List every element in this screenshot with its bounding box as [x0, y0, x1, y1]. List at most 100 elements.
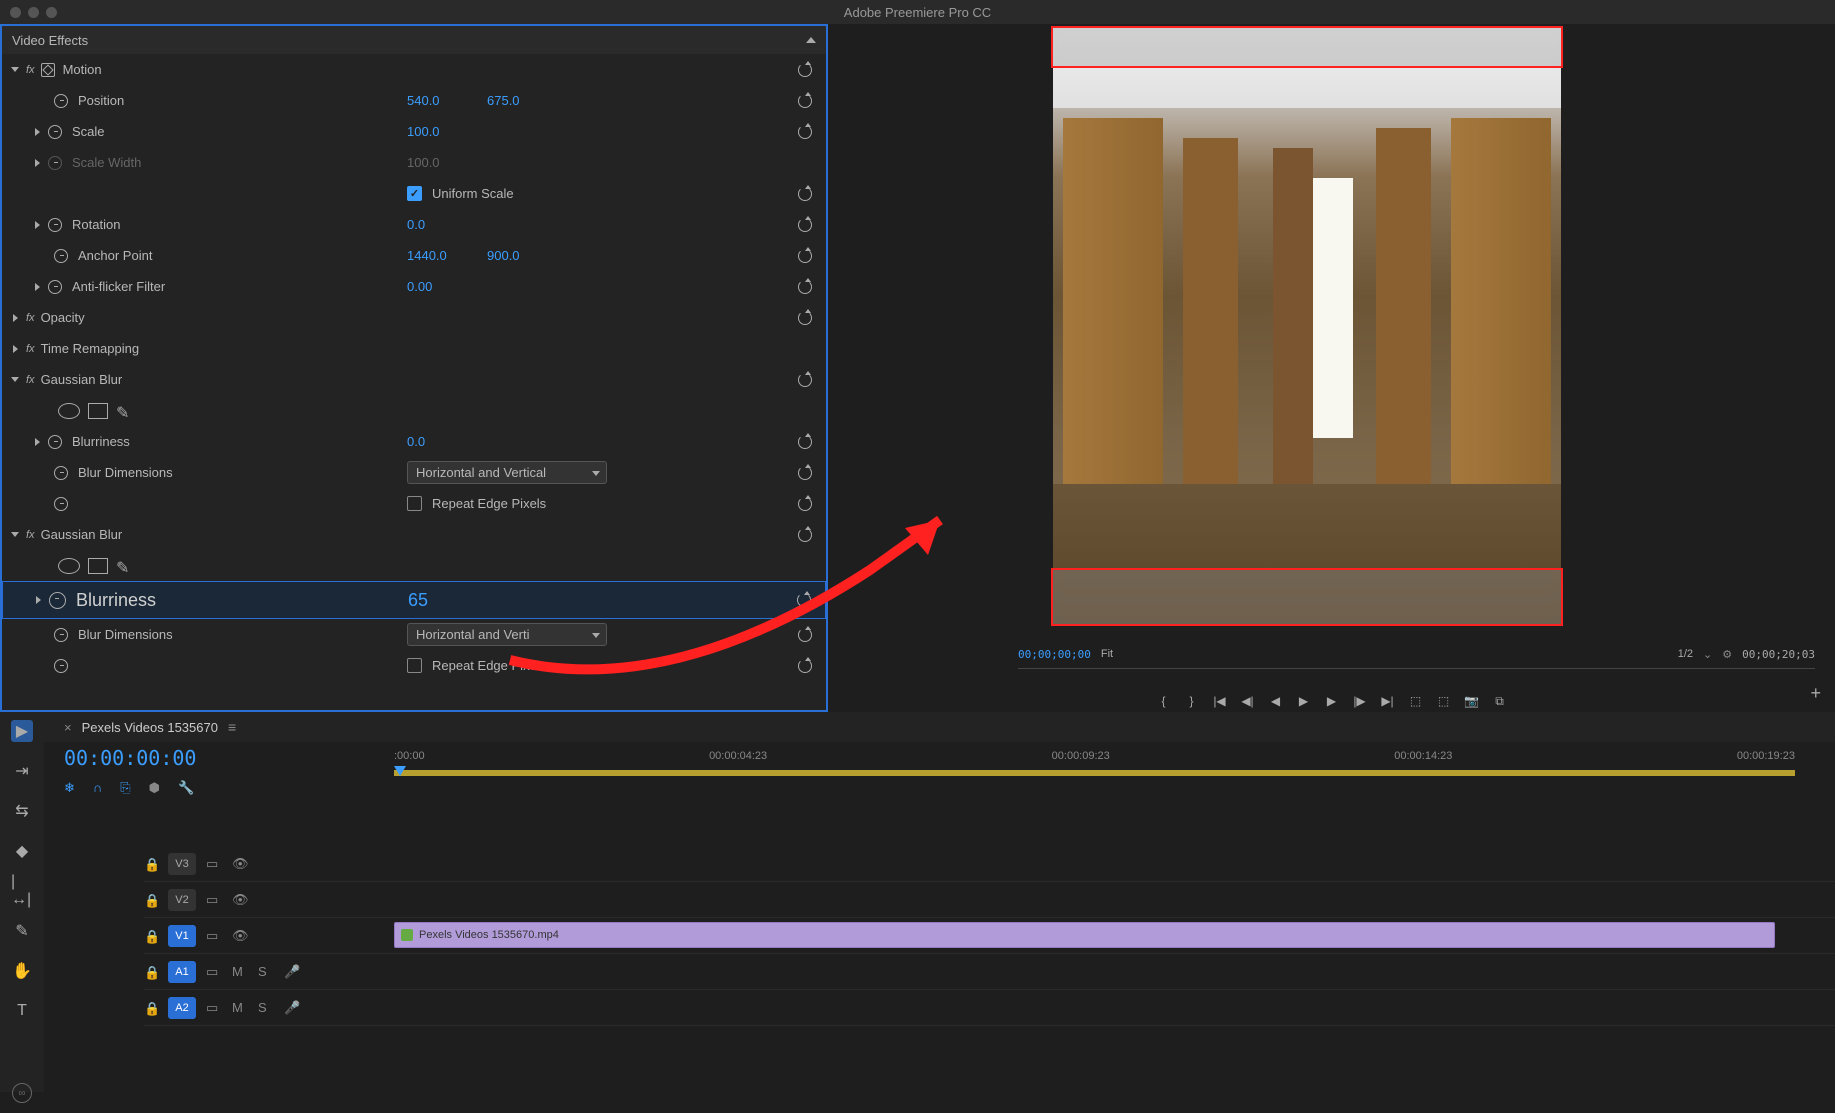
rotation-value[interactable]: 0.0: [407, 217, 425, 232]
track-v1-lane[interactable]: Pexels Videos 1535670.mp4: [394, 918, 1835, 954]
twist-icon[interactable]: [30, 283, 44, 291]
twist-icon[interactable]: [8, 67, 22, 72]
rectangle-mask-icon[interactable]: [88, 403, 108, 419]
reset-icon[interactable]: [796, 433, 814, 451]
mark-out-icon[interactable]: }: [1185, 694, 1199, 708]
video-clip[interactable]: Pexels Videos 1535670.mp4: [394, 922, 1775, 948]
lift-icon[interactable]: ⬚: [1409, 694, 1423, 708]
go-to-out-icon[interactable]: ▶|: [1381, 694, 1395, 708]
twist-icon[interactable]: [8, 345, 22, 353]
stopwatch-icon[interactable]: [48, 435, 62, 449]
razor-tool-icon[interactable]: ◆: [11, 840, 33, 862]
lock-icon[interactable]: 🔒: [144, 893, 158, 907]
track-badge[interactable]: A2: [168, 997, 196, 1019]
extract-icon[interactable]: ⬚: [1437, 694, 1451, 708]
stopwatch-icon[interactable]: [48, 280, 62, 294]
stopwatch-icon[interactable]: [49, 592, 66, 609]
preview-timecode[interactable]: 00;00;00;00: [1018, 648, 1091, 661]
twist-icon[interactable]: [30, 438, 44, 446]
pen-mask-icon[interactable]: [116, 403, 132, 419]
snap-icon[interactable]: ❄: [64, 780, 75, 796]
gaussian-blur-1[interactable]: fx Gaussian Blur: [2, 364, 826, 395]
slip-tool-icon[interactable]: |↔|: [11, 880, 33, 902]
twist-icon[interactable]: [31, 596, 45, 604]
track-v3-header[interactable]: 🔒 V3 ▭ 👁: [144, 846, 394, 882]
sequence-tab[interactable]: Pexels Videos 1535670: [82, 720, 218, 735]
track-badge[interactable]: V1: [168, 925, 196, 947]
resolution-dropdown[interactable]: 1/2: [1678, 648, 1693, 660]
maximize-window[interactable]: [46, 7, 57, 18]
track-select-tool-icon[interactable]: ⇥: [11, 760, 33, 782]
reset-icon[interactable]: [796, 495, 814, 513]
settings-icon[interactable]: ⚙: [1722, 648, 1732, 661]
type-tool-icon[interactable]: T: [11, 1000, 33, 1022]
twist-icon[interactable]: [8, 532, 22, 537]
reset-icon[interactable]: [796, 216, 814, 234]
playhead-icon[interactable]: [394, 766, 406, 776]
creative-cloud-icon[interactable]: ∞: [12, 1083, 32, 1103]
uniform-scale-checkbox[interactable]: [407, 186, 422, 201]
track-badge[interactable]: V2: [168, 889, 196, 911]
mute-icon[interactable]: M: [232, 964, 248, 979]
reset-icon[interactable]: [795, 591, 813, 609]
reset-icon[interactable]: [796, 92, 814, 110]
selection-tool-icon[interactable]: ▶: [11, 720, 33, 742]
track-a2-lane[interactable]: [394, 990, 1835, 1026]
hand-tool-icon[interactable]: ✋: [11, 960, 33, 982]
lock-icon[interactable]: 🔒: [144, 965, 158, 979]
ripple-tool-icon[interactable]: ⇆: [11, 800, 33, 822]
toggle-output-icon[interactable]: ▭: [206, 1000, 222, 1016]
ellipse-mask-icon[interactable]: [58, 558, 80, 574]
prev-frame-icon[interactable]: ◀: [1269, 694, 1283, 708]
twist-icon[interactable]: [8, 314, 22, 322]
timeline-ruler[interactable]: :00:00 00:00:04:23 00:00:09:23 00:00:14:…: [394, 742, 1835, 796]
twist-icon[interactable]: [30, 128, 44, 136]
twist-icon[interactable]: [30, 221, 44, 229]
reset-icon[interactable]: [796, 371, 814, 389]
stopwatch-icon[interactable]: [54, 249, 68, 263]
solo-icon[interactable]: S: [258, 1000, 274, 1015]
mark-in-icon[interactable]: {: [1157, 694, 1171, 708]
reset-icon[interactable]: [796, 657, 814, 675]
track-v2-lane[interactable]: [394, 882, 1835, 918]
magnet-icon[interactable]: ∩: [93, 780, 102, 796]
compare-icon[interactable]: ⧉: [1493, 694, 1507, 708]
pen-tool-icon[interactable]: ✎: [11, 920, 33, 942]
rectangle-mask-icon[interactable]: [88, 558, 108, 574]
track-a1-lane[interactable]: [394, 954, 1835, 990]
close-window[interactable]: [10, 7, 21, 18]
solo-icon[interactable]: S: [258, 964, 274, 979]
stopwatch-icon[interactable]: [54, 628, 68, 642]
stopwatch-icon[interactable]: [54, 497, 68, 511]
voiceover-icon[interactable]: 🎤: [284, 1000, 300, 1016]
toggle-output-icon[interactable]: ▭: [206, 964, 222, 980]
track-badge[interactable]: V3: [168, 853, 196, 875]
reset-icon[interactable]: [796, 626, 814, 644]
next-frame-icon[interactable]: ▶: [1325, 694, 1339, 708]
toggle-output-icon[interactable]: ▭: [206, 892, 222, 908]
blur-dims2-dropdown[interactable]: Horizontal and Verti: [407, 623, 607, 646]
blur-dims1-dropdown[interactable]: Horizontal and Vertical: [407, 461, 607, 484]
twist-icon[interactable]: [8, 377, 22, 382]
marker-icon[interactable]: ⬢: [149, 780, 160, 796]
tab-menu-icon[interactable]: ≡: [228, 719, 236, 735]
eye-icon[interactable]: 👁: [232, 928, 248, 944]
play-icon[interactable]: ▶: [1297, 694, 1311, 708]
step-fwd-icon[interactable]: |▶: [1353, 694, 1367, 708]
mute-icon[interactable]: M: [232, 1000, 248, 1015]
time-remapping-effect[interactable]: fx Time Remapping: [2, 333, 826, 364]
tab-close-icon[interactable]: ×: [64, 720, 72, 735]
position-x[interactable]: 540.0: [407, 93, 440, 108]
lock-icon[interactable]: 🔒: [144, 857, 158, 871]
fit-dropdown[interactable]: Fit: [1101, 648, 1113, 660]
track-a2-header[interactable]: 🔒 A2 ▭ M S 🎤: [144, 990, 394, 1026]
blurriness2-value[interactable]: 65: [408, 590, 428, 611]
gaussian-blur-2[interactable]: fx Gaussian Blur: [2, 519, 826, 550]
linked-selection-icon[interactable]: ⎘: [120, 780, 130, 796]
preview-ruler[interactable]: [1018, 668, 1815, 682]
export-frame-icon[interactable]: 📷: [1465, 694, 1479, 708]
track-v3-lane[interactable]: [394, 846, 1835, 882]
repeat-edge2-checkbox[interactable]: [407, 658, 422, 673]
track-a1-header[interactable]: 🔒 A1 ▭ M S 🎤: [144, 954, 394, 990]
toggle-output-icon[interactable]: ▭: [206, 928, 222, 944]
